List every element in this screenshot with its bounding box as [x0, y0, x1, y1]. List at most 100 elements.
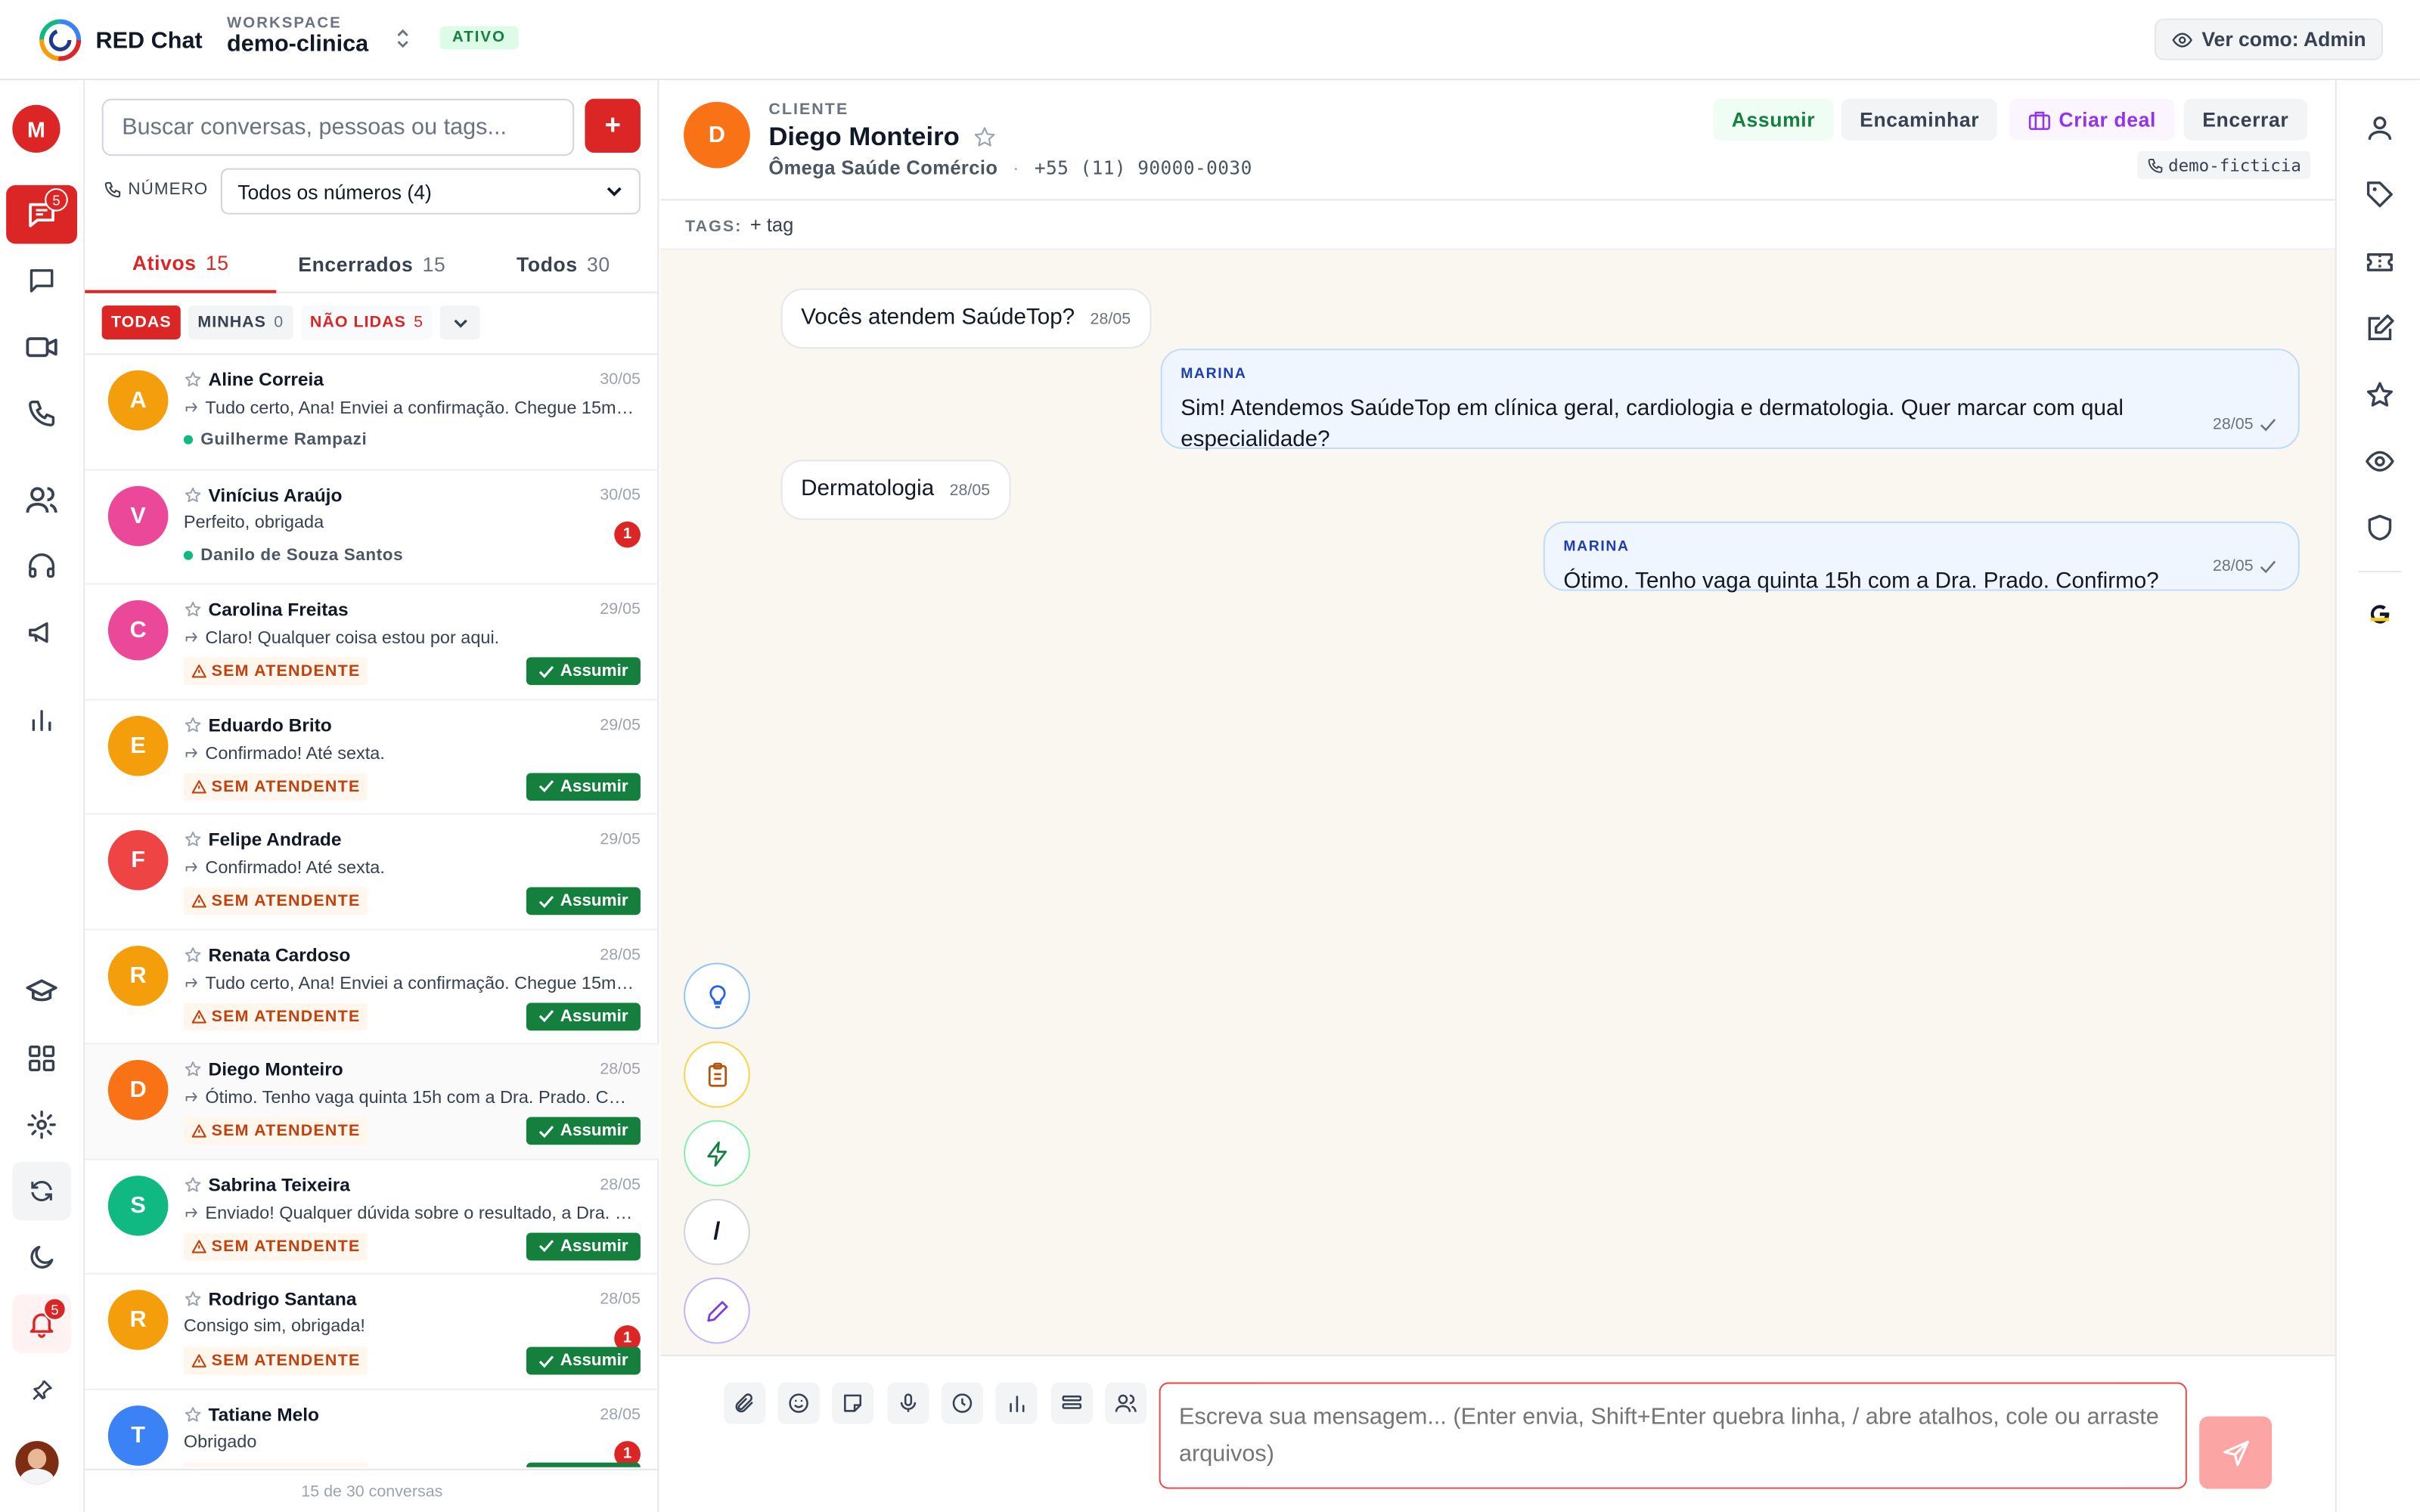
user-avatar[interactable]: M: [12, 104, 60, 153]
assume-conversation-button[interactable]: Assumir: [526, 1232, 641, 1260]
assume-conversation-button[interactable]: Assumir: [526, 1346, 641, 1375]
send-button[interactable]: [2199, 1416, 2273, 1489]
star-icon[interactable]: [184, 1060, 202, 1078]
conversation-row[interactable]: TTatiane Melo28/05Obrigado1SEM ATENDENTE…: [85, 1390, 659, 1467]
conversation-row[interactable]: E Eduardo Brito 29/05 Confirmado! Até sexta…: [85, 700, 659, 815]
audio-button[interactable]: [887, 1382, 929, 1424]
security-panel-button[interactable]: [2361, 509, 2398, 546]
conversation-row[interactable]: R Renata Cardoso 28/05 Tudo certo, Ana! Env…: [85, 930, 659, 1045]
contact-avatar[interactable]: D: [684, 101, 750, 169]
star-icon[interactable]: [184, 1405, 202, 1423]
nav-reports[interactable]: [6, 691, 77, 750]
nav-messages[interactable]: [6, 252, 77, 311]
nav-campaigns[interactable]: [6, 603, 77, 662]
star-icon[interactable]: [972, 125, 997, 150]
brand-name: RED Chat: [95, 26, 203, 54]
tags-panel-button[interactable]: [2361, 176, 2398, 213]
star-icon[interactable]: [184, 830, 202, 848]
contact-avatar: F: [107, 829, 169, 891]
nav-academy[interactable]: [6, 962, 77, 1021]
conversation-row[interactable]: D Diego Monteiro 28/05 Ótimo. Tenho vaga qu…: [85, 1044, 659, 1160]
assume-conversation-button[interactable]: Assumir: [526, 1002, 641, 1030]
nav-pin[interactable]: [6, 1361, 77, 1420]
workspace-switcher[interactable]: WORKSPACE demo-clinica: [227, 15, 368, 57]
last-message-preview: Tudo certo, Ana! Enviei a confirmação. C…: [184, 973, 634, 993]
conversation-row[interactable]: A Aline Correia 30/05 Tudo certo, Ana! Envi…: [85, 355, 659, 470]
share-contact-button[interactable]: [1105, 1382, 1147, 1424]
new-conversation-button[interactable]: +: [585, 98, 641, 153]
assume-conversation-button[interactable]: Assumir: [526, 887, 641, 916]
last-message-preview: Confirmado! Até sexta.: [184, 743, 634, 763]
star-icon[interactable]: [184, 1175, 202, 1193]
star-icon[interactable]: [184, 945, 202, 963]
quick-actions-button[interactable]: [684, 1120, 750, 1187]
nav-contacts[interactable]: [6, 470, 77, 529]
brand[interactable]: RED Chat: [37, 17, 203, 63]
nav-notifications[interactable]: 5: [12, 1294, 71, 1353]
forward-button[interactable]: Encaminhar: [1841, 98, 1998, 141]
list-button[interactable]: [1050, 1382, 1093, 1424]
filter-minhas[interactable]: MINHAS 0: [188, 305, 293, 339]
filter-nao-lidas[interactable]: NÃO LIDAS 5: [300, 305, 433, 339]
contact-info-button[interactable]: [2361, 110, 2398, 147]
conversation-row[interactable]: C Carolina Freitas 29/05 Claro! Qualquer co…: [85, 584, 659, 700]
star-icon[interactable]: [184, 1290, 202, 1308]
nav-video[interactable]: [6, 318, 77, 376]
visibility-panel-button[interactable]: [2361, 443, 2398, 480]
chevron-up-down-icon[interactable]: [393, 28, 411, 50]
assume-conversation-button[interactable]: Assumir: [526, 772, 641, 801]
sticker-icon: [844, 1394, 862, 1412]
sign-message-button[interactable]: [684, 1277, 750, 1344]
poll-button[interactable]: [995, 1382, 1038, 1424]
star-icon[interactable]: [184, 600, 202, 618]
conversation-row[interactable]: R Rodrigo Santana 28/05 Consigo sim, obriga…: [85, 1275, 659, 1390]
nav-chats[interactable]: 5: [6, 184, 78, 244]
filter-more-dropdown[interactable]: [440, 305, 481, 339]
notes-panel-button[interactable]: [2361, 310, 2398, 347]
attach-button[interactable]: [724, 1382, 766, 1424]
notes-button[interactable]: [684, 1041, 750, 1108]
slash-commands-button[interactable]: /: [684, 1198, 750, 1266]
schedule-button[interactable]: [941, 1382, 983, 1424]
tab-ativos[interactable]: Ativos 15: [85, 234, 277, 293]
conversation-row[interactable]: S Sabrina Teixeira 28/05 Enviado! Qualquer …: [85, 1160, 659, 1275]
star-icon[interactable]: [184, 715, 202, 733]
number-select[interactable]: Todos os números (4): [220, 168, 641, 215]
conversation-date: 28/05: [600, 1175, 641, 1194]
conversation-date: 30/05: [600, 370, 641, 389]
number-select-value: Todos os números (4): [237, 179, 432, 203]
favorites-panel-button[interactable]: [2361, 376, 2398, 414]
conversation-row[interactable]: V Vinícius Araújo 30/05 Perfeito, obrigada 1…: [85, 469, 659, 585]
nav-settings[interactable]: [6, 1095, 77, 1154]
assume-conversation-button[interactable]: Assumir: [526, 1461, 641, 1467]
emoji-button[interactable]: [777, 1382, 820, 1424]
chat-panel: D CLIENTE Diego Monteiro Ômega Saúde Com…: [660, 80, 2335, 1512]
nav-calls[interactable]: [6, 384, 77, 443]
star-icon[interactable]: [184, 485, 202, 503]
nav-support[interactable]: [6, 537, 77, 596]
assume-conversation-button[interactable]: Assumir: [526, 657, 641, 686]
assume-conversation-button[interactable]: Assumir: [526, 1117, 641, 1145]
star-icon[interactable]: [184, 370, 202, 389]
add-tag-button[interactable]: + tag: [750, 215, 793, 237]
profile-photo[interactable]: [15, 1441, 59, 1485]
nav-sync[interactable]: [12, 1161, 71, 1221]
google-integration-button[interactable]: [2361, 594, 2398, 631]
close-conversation-button[interactable]: Encerrar: [2183, 98, 2307, 141]
tickets-panel-button[interactable]: [2361, 243, 2398, 280]
nav-dark-mode[interactable]: [6, 1228, 77, 1287]
message-time: 28/05: [2213, 551, 2276, 582]
assume-button[interactable]: Assumir: [1713, 98, 1834, 141]
create-deal-button[interactable]: Criar deal: [2009, 98, 2175, 141]
filter-todas[interactable]: TODAS: [101, 305, 181, 339]
sticker-button[interactable]: [831, 1382, 874, 1424]
ai-suggestion-button[interactable]: [684, 962, 750, 1030]
contact-company: Ômega Saúde Comércio: [768, 157, 998, 179]
conversation-row[interactable]: F Felipe Andrade 29/05 Confirmado! Até sext…: [85, 815, 659, 930]
tab-encerrados[interactable]: Encerrados 15: [276, 234, 467, 293]
message-input[interactable]: [1159, 1382, 2187, 1489]
nav-apps[interactable]: [6, 1029, 77, 1088]
search-input[interactable]: [101, 98, 575, 156]
view-as-button[interactable]: Ver como: Admin: [2154, 18, 2383, 60]
tab-todos[interactable]: Todos 30: [467, 234, 659, 293]
